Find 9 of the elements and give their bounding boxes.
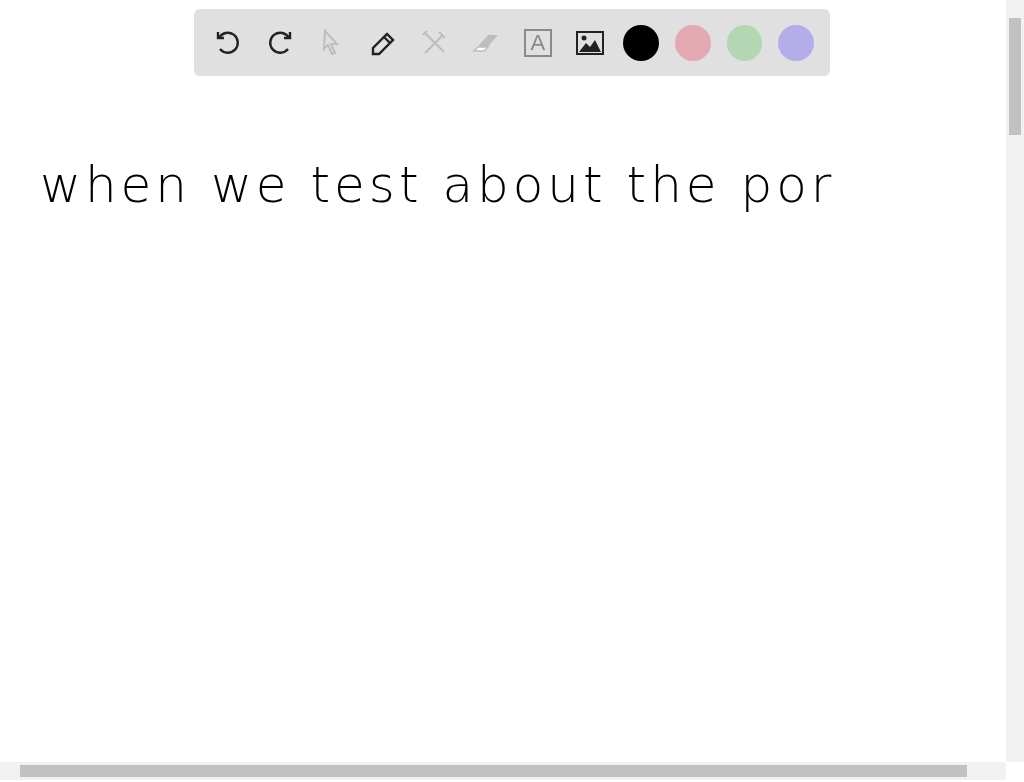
scroll-thumb[interactable] [20, 765, 967, 777]
scroll-thumb[interactable] [1009, 18, 1021, 135]
vertical-scrollbar[interactable] [1006, 0, 1024, 762]
horizontal-scrollbar[interactable] [0, 762, 1006, 780]
color-swatch[interactable] [778, 24, 815, 61]
color-swatch[interactable] [675, 24, 711, 61]
handwritten-text: when we test about the por [40, 155, 836, 216]
color-swatch[interactable] [623, 24, 660, 61]
color-swatch[interactable] [726, 24, 763, 61]
